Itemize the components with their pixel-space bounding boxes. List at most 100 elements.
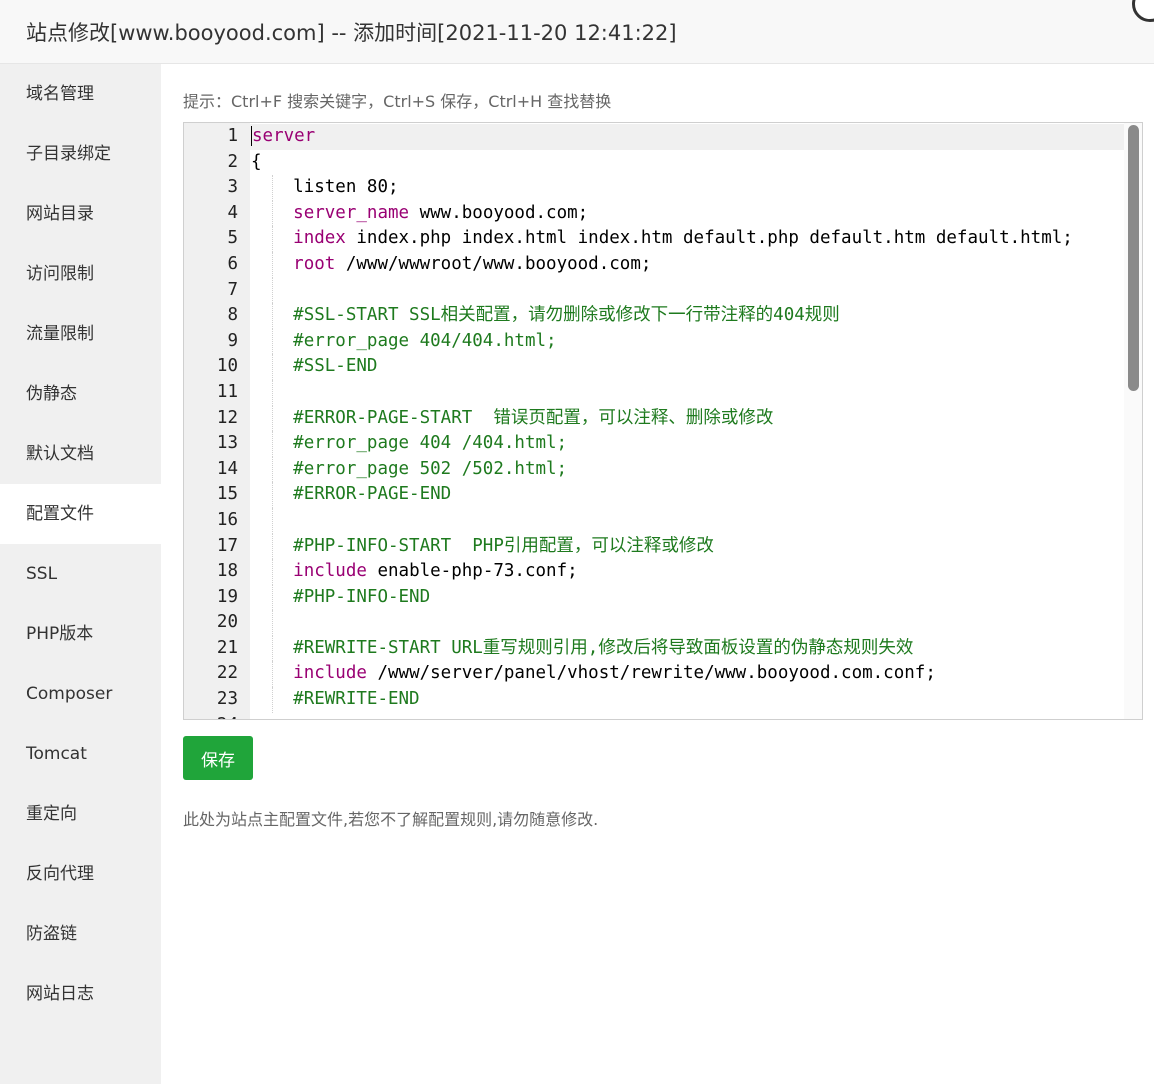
code-line: 1 server (184, 124, 1124, 150)
code-text: server_name www.booyood.com; (251, 201, 588, 227)
code-line: 6 root /www/wwwroot/www.booyood.com; (184, 251, 1124, 278)
sidebar-item-access-limit[interactable]: 访问限制 (0, 244, 161, 304)
dialog-title: 站点修改[www.booyood.com] -- 添加时间[2021-11-20… (26, 21, 677, 45)
code-plain: enable-php-73.conf; (366, 561, 578, 582)
line-number: 18 (216, 561, 238, 582)
line-number: 20 (216, 612, 238, 633)
sidebar-item-config-file[interactable]: 配置文件 (0, 484, 161, 544)
code-line: 23 #REWRITE-END (184, 687, 1124, 713)
dialog-titlebar: 站点修改[www.booyood.com] -- 添加时间[2021-11-20… (0, 0, 1154, 64)
sidebar-item-php-version[interactable]: PHP版本 (0, 604, 161, 664)
indent-guide (272, 277, 274, 304)
code-text: #REWRITE-START URL重写规则引用,修改后将导致面板设置的伪静态规… (251, 636, 913, 662)
sidebar-item-rewrite[interactable]: 伪静态 (0, 364, 161, 424)
code-comment: #REWRITE-END (293, 689, 420, 710)
code-comment: #ERROR-PAGE-START 错误页配置，可以注释、删除或修改 (293, 407, 774, 428)
code-comment: #PHP-INFO-END (293, 586, 431, 607)
code-comment: #PHP-INFO-START PHP引用配置，可以注释或修改 (293, 535, 714, 556)
code-text: { (251, 150, 262, 176)
code-text: include enable-php-73.conf; (251, 559, 578, 585)
code-plain: www.booyood.com; (409, 202, 589, 223)
code-line: 24 (184, 713, 1124, 719)
indent-guide (272, 610, 274, 636)
code-line: 5 index index.php index.html index.htm d… (184, 226, 1124, 252)
code-plain: { (251, 151, 262, 172)
sidebar-item-redirect[interactable]: 重定向 (0, 784, 161, 844)
code-line: 8 #SSL-START SSL相关配置，请勿删除或修改下一行带注释的404规则 (184, 303, 1124, 329)
config-file-panel: 提示：Ctrl+F 搜索关键字，Ctrl+S 保存，Ctrl+H 查找替换 1s… (161, 64, 1154, 1084)
code-lines: 1 server 2{3 listen 80; 4 server_name www.b… (184, 124, 1124, 719)
code-text: index index.php index.html index.htm def… (251, 226, 1073, 252)
code-line: 16 (184, 507, 1124, 534)
code-line: 21 #REWRITE-START URL重写规则引用,修改后将导致面板设置的伪… (184, 635, 1124, 662)
sidebar-item-tomcat[interactable]: Tomcat (0, 724, 161, 784)
code-text: #SSL-END (251, 354, 377, 380)
sidebar-item-domain[interactable]: 域名管理 (0, 64, 161, 124)
line-number: 17 (216, 535, 238, 556)
sidebar-item-composer[interactable]: Composer (0, 664, 161, 724)
code-plain: index.php index.html index.htm default.p… (345, 228, 1073, 249)
line-number: 6 (227, 253, 238, 274)
code-line: 12 #ERROR-PAGE-START 错误页配置，可以注释、删除或修改 (184, 405, 1124, 432)
code-comment: #SSL-END (293, 356, 378, 377)
sidebar-item-traffic-limit[interactable]: 流量限制 (0, 304, 161, 364)
code-line: 19 #PHP-INFO-END (184, 584, 1124, 611)
code-comment: #error_page 404/404.html; (293, 330, 557, 351)
code-line: 13 #error_page 404 /404.html; (184, 431, 1124, 457)
code-line: 14 #error_page 502 /502.html; (184, 456, 1124, 483)
config-warning-note: 此处为站点主配置文件,若您不了解配置规则,请勿随意修改. (183, 810, 599, 829)
sidebar-item-ssl[interactable]: SSL (0, 544, 161, 604)
line-number: 5 (227, 228, 238, 249)
code-text: #error_page 502 /502.html; (251, 457, 567, 483)
code-line: 20 (184, 610, 1124, 636)
code-plain: /www/server/panel/vhost/rewrite/www.booy… (366, 663, 936, 684)
code-comment: #SSL-START SSL相关配置，请勿删除或修改下一行带注释的404规则 (293, 305, 840, 326)
sidebar-item-site-log[interactable]: 网站日志 (0, 964, 161, 1024)
code-comment: #error_page 502 /502.html; (293, 458, 568, 479)
code-line: 11 (184, 379, 1124, 406)
editor-scrollbar-thumb[interactable] (1128, 125, 1139, 391)
code-text: #SSL-START SSL相关配置，请勿删除或修改下一行带注释的404规则 (251, 303, 840, 329)
sidebar-item-default-doc[interactable]: 默认文档 (0, 424, 161, 484)
config-code-editor[interactable]: 1 server 2{3 listen 80; 4 server_name www.b… (183, 122, 1143, 720)
settings-sidebar: 域名管理 子目录绑定 网站目录 访问限制 流量限制 伪静态 默认文档 配置文件 SSL PHP版本… (0, 64, 161, 1084)
sidebar-item-hotlink[interactable]: 防盗链 (0, 904, 161, 964)
code-keyword: include (293, 663, 367, 684)
line-number: 7 (227, 279, 238, 300)
line-number: 3 (227, 177, 238, 198)
code-keyword: index (293, 228, 346, 249)
code-text: #PHP-INFO-END (251, 585, 430, 611)
code-line: 3 listen 80; (184, 175, 1124, 201)
code-text: root /www/wwwroot/www.booyood.com; (251, 252, 651, 278)
line-number: 19 (216, 586, 238, 607)
line-number: 2 (227, 151, 238, 172)
code-line: 9 #error_page 404/404.html; (184, 328, 1124, 355)
sidebar-item-site-dir[interactable]: 网站目录 (0, 184, 161, 244)
line-number: 9 (227, 330, 238, 351)
code-plain: listen 80; (293, 177, 399, 198)
sidebar-item-subdir[interactable]: 子目录绑定 (0, 124, 161, 184)
code-keyword: include (293, 561, 367, 582)
editor-scrollbar[interactable] (1124, 123, 1142, 719)
shortcut-tip: 提示：Ctrl+F 搜索关键字，Ctrl+S 保存，Ctrl+H 查找替换 (183, 92, 612, 111)
indent-guide (272, 379, 274, 406)
code-text: listen 80; (251, 175, 399, 201)
code-text: #ERROR-PAGE-END (251, 482, 451, 508)
save-button[interactable]: 保存 (183, 736, 253, 780)
code-line: 18 include enable-php-73.conf; (184, 559, 1124, 585)
sidebar-item-reverse-proxy[interactable]: 反向代理 (0, 844, 161, 904)
line-number: 13 (216, 433, 238, 454)
code-text: include /www/server/panel/vhost/rewrite/… (251, 661, 936, 687)
line-number: 21 (216, 637, 238, 658)
